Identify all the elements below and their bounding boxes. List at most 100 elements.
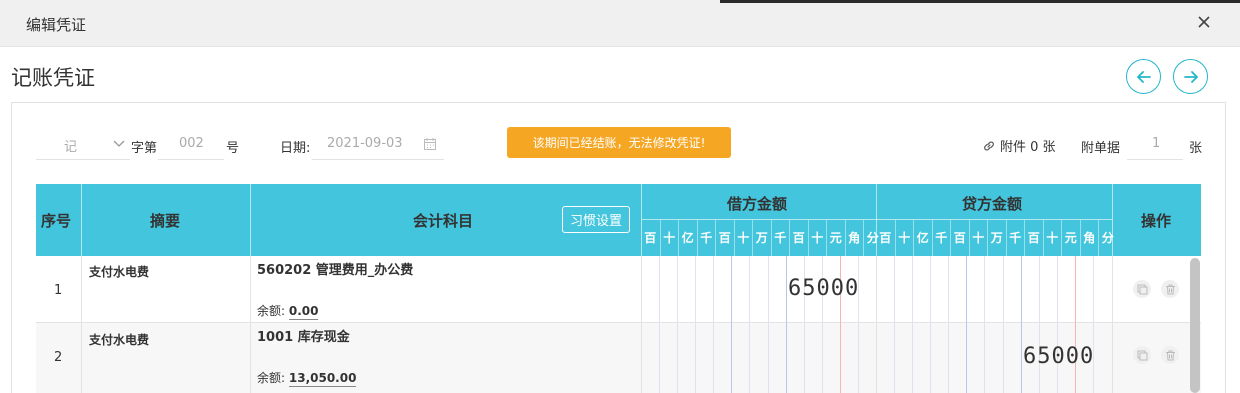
digit-unit-label: 十 — [807, 220, 827, 256]
header-seq: 序号 — [41, 212, 72, 230]
amount-grid-line — [695, 256, 697, 393]
amount-grid-line — [930, 256, 932, 393]
amount-grid-line — [659, 256, 661, 393]
digit-unit-label: 万 — [752, 220, 771, 256]
digit-unit-label: 十 — [659, 220, 679, 256]
voucher-number-value: 002 — [179, 136, 204, 151]
amount-grid-line — [948, 256, 950, 393]
period-closed-warning: 该期间已经结账，无法修改凭证! — [507, 127, 731, 158]
column-divider — [1112, 256, 1113, 393]
close-icon — [1198, 16, 1210, 28]
dialog-title: 编辑凭证 — [26, 16, 87, 34]
vertical-scrollbar[interactable] — [1190, 258, 1200, 393]
doc-count-value: 1 — [1152, 136, 1161, 151]
header-debit: 借方金额 — [727, 195, 788, 213]
delete-row-button[interactable] — [1161, 346, 1179, 364]
amount-grid-line — [1020, 256, 1022, 393]
balance-value: 13,050.00 — [288, 371, 357, 387]
word-label: 字第 — [131, 141, 158, 156]
amount-grid-line — [1002, 256, 1004, 393]
calendar-icon — [424, 138, 436, 150]
row-account: 1001 库存现金 — [257, 330, 350, 345]
amount-grid-line — [894, 256, 896, 393]
attachment-label: 附件 0 张 — [1000, 140, 1056, 155]
arrow-left-icon — [1136, 70, 1151, 83]
copy-icon — [1137, 350, 1147, 360]
digit-unit-label: 百 — [715, 220, 734, 256]
row-seq: 2 — [54, 350, 63, 365]
row-balance: 余额: 13,050.00 — [257, 369, 357, 387]
habit-settings-button[interactable]: 习惯设置 — [562, 206, 630, 233]
delete-row-button[interactable] — [1161, 280, 1179, 298]
row-account: 560202 管理费用_办公费 — [257, 263, 414, 278]
digit-unit-label: 角 — [1079, 220, 1099, 256]
copy-row-button[interactable] — [1133, 346, 1151, 364]
digit-unit-label: 元 — [826, 220, 845, 256]
credit-amount: 65000 — [1023, 344, 1095, 369]
digit-unit-label: 十 — [1042, 220, 1062, 256]
prev-voucher-button[interactable] — [1126, 59, 1161, 94]
header-divider — [250, 184, 251, 256]
digit-unit-label: 分 — [1098, 220, 1117, 256]
trash-icon — [1165, 350, 1175, 360]
date-value: 2021-09-03 — [327, 136, 403, 151]
header-divider — [81, 184, 82, 256]
voucher-word-select[interactable]: 记 — [36, 130, 130, 160]
digit-unit-label: 百 — [789, 220, 808, 256]
dialog-titlebar: 编辑凭证 — [0, 0, 1240, 47]
debit-amount: 65000 — [788, 276, 860, 301]
row-seq: 1 — [54, 283, 63, 298]
digit-unit-label: 十 — [968, 220, 988, 256]
date-label: 日期: — [280, 141, 311, 156]
voucher-word-value: 记 — [64, 140, 78, 155]
amount-grid-line — [713, 256, 715, 393]
table-row[interactable] — [36, 256, 1201, 323]
digit-unit-label: 万 — [987, 220, 1006, 256]
date-input[interactable]: 2021-09-03 — [312, 130, 444, 160]
chevron-down-icon — [113, 140, 125, 147]
digit-unit-label: 千 — [696, 220, 716, 256]
balance-label: 余额: — [257, 304, 286, 318]
row-summary: 支付水电费 — [89, 265, 150, 279]
digit-unit-label: 亿 — [678, 220, 697, 256]
amount-grid-line — [677, 256, 679, 393]
header-summary: 摘要 — [150, 212, 181, 230]
amount-grid-line — [785, 256, 787, 393]
amount-grid-line — [1074, 256, 1076, 393]
digit-unit-label: 千 — [770, 220, 790, 256]
digit-unit-label: 百 — [1024, 220, 1043, 256]
top-edge-line — [720, 0, 1240, 3]
doc-count-input[interactable]: 1 — [1127, 130, 1183, 160]
column-divider — [81, 256, 82, 393]
trash-icon — [1165, 284, 1175, 294]
amount-grid-line — [749, 256, 751, 393]
doc-unit: 张 — [1189, 141, 1203, 156]
digit-unit-label: 千 — [1005, 220, 1025, 256]
digit-unit-label: 百 — [644, 231, 657, 245]
header-account: 会计科目 — [413, 212, 474, 230]
voucher-number-input[interactable]: 002 — [158, 130, 224, 160]
amount-grid-line — [731, 256, 733, 393]
link-icon — [984, 141, 994, 150]
copy-row-button[interactable] — [1133, 280, 1151, 298]
digit-unit-label: 亿 — [913, 220, 932, 256]
header-operation: 操作 — [1141, 212, 1172, 230]
digit-unit-label: 十 — [733, 220, 753, 256]
attachment-link[interactable]: 附件 0 张 — [982, 136, 1056, 155]
copy-icon — [1137, 284, 1147, 294]
balance-value: 0.00 — [288, 304, 319, 320]
digit-unit-label: 千 — [931, 220, 951, 256]
digit-unit-label: 百 — [950, 220, 969, 256]
column-divider — [876, 256, 877, 393]
next-voucher-button[interactable] — [1173, 59, 1208, 94]
amount-grid-line — [1056, 256, 1058, 393]
column-divider — [641, 256, 642, 393]
amount-grid-line — [767, 256, 769, 393]
row-summary: 支付水电费 — [89, 333, 150, 347]
row-balance: 余额: 0.00 — [257, 302, 319, 320]
close-button[interactable] — [1194, 12, 1214, 32]
debit-digit-units: 百十亿千百十万千百十元角分 — [641, 220, 882, 256]
digit-unit-label: 角 — [844, 220, 864, 256]
amount-grid-line — [1038, 256, 1040, 393]
amount-grid-line — [1092, 256, 1094, 393]
